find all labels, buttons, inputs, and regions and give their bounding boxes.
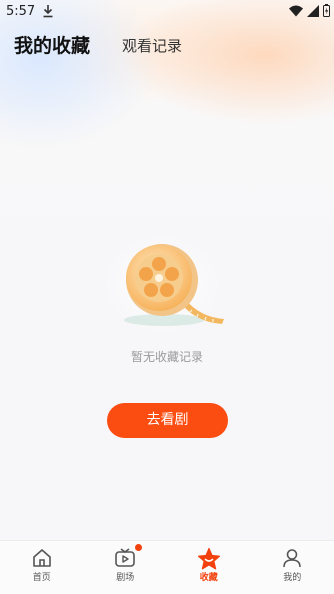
notification-badge	[135, 544, 142, 551]
tab-favorites[interactable]: 收藏	[167, 541, 251, 594]
tab-theater-label: 剧场	[84, 570, 168, 583]
tab-favorites-label: 收藏	[167, 570, 251, 583]
status-bar: 5:57	[0, 0, 334, 24]
tab-home-label: 首页	[0, 570, 84, 583]
wifi-icon	[289, 5, 303, 17]
tab-theater[interactable]: 剧场	[84, 541, 168, 594]
person-icon	[281, 547, 303, 569]
page-title: 我的收藏	[14, 31, 90, 58]
battery-icon	[323, 4, 330, 17]
tv-icon	[114, 547, 136, 569]
star-icon	[197, 547, 221, 571]
tab-mine[interactable]: 我的	[251, 541, 334, 594]
home-icon	[31, 547, 53, 569]
signal-icon	[307, 5, 319, 17]
tab-home[interactable]: 首页	[0, 541, 84, 594]
empty-state-message: 暂无收藏记录	[0, 348, 334, 365]
go-watch-button[interactable]: 去看剧	[107, 403, 228, 438]
status-time: 5:57	[6, 4, 35, 19]
tab-mine-label: 我的	[251, 570, 334, 583]
bottom-tabbar: 首页 剧场 收藏 我的	[0, 540, 334, 594]
tab-watch-history[interactable]: 观看记录	[122, 35, 182, 56]
download-icon	[42, 4, 54, 18]
status-indicators	[289, 4, 330, 17]
film-reel-icon	[100, 232, 235, 337]
